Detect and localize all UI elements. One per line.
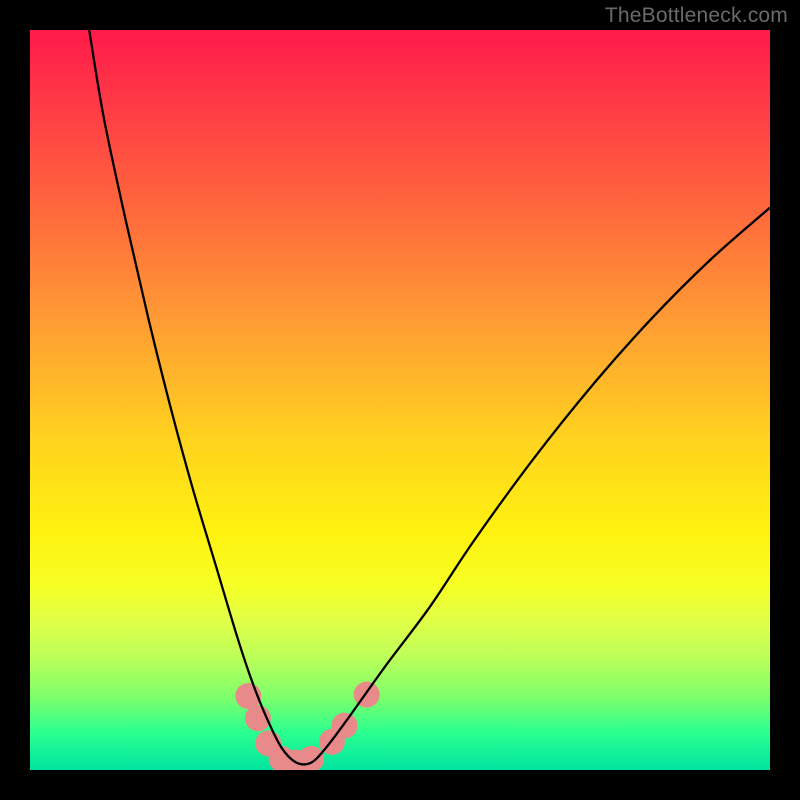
chart-svg bbox=[30, 30, 770, 770]
data-marker bbox=[298, 746, 324, 770]
watermark-text: TheBottleneck.com bbox=[605, 4, 788, 28]
chart-plot-area bbox=[30, 30, 770, 770]
bottleneck-curve bbox=[89, 30, 770, 764]
